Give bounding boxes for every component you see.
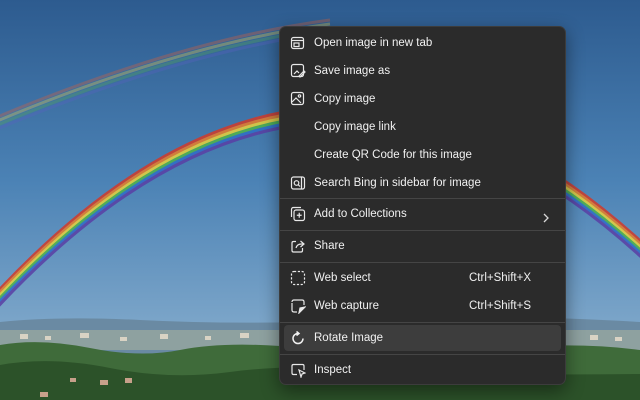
menu-item-label: Inspect xyxy=(314,364,352,376)
web-capture-icon xyxy=(290,298,307,315)
menu-separator xyxy=(280,262,565,263)
menu-item-create-qr-code[interactable]: Create QR Code for this image xyxy=(284,142,561,168)
menu-item-save-image-as[interactable]: Save image as xyxy=(284,58,561,84)
menu-item-web-select[interactable]: Web select Ctrl+Shift+X xyxy=(284,265,561,291)
menu-item-label: Share xyxy=(314,240,345,252)
menu-separator xyxy=(280,354,565,355)
menu-item-web-capture[interactable]: Web capture Ctrl+Shift+S xyxy=(284,293,561,319)
open-image-new-tab-icon xyxy=(290,35,306,51)
menu-separator xyxy=(280,230,565,231)
search-sidebar-icon xyxy=(290,175,306,191)
context-menu: Open image in new tab Save image as Copy… xyxy=(279,26,566,385)
menu-item-label: Create QR Code for this image xyxy=(314,149,472,161)
menu-item-share[interactable]: Share xyxy=(284,233,561,259)
web-select-icon xyxy=(290,270,306,286)
menu-item-label: Add to Collections xyxy=(314,208,407,220)
menu-item-shortcut: Ctrl+Shift+S xyxy=(469,300,531,312)
menu-item-label: Web capture xyxy=(314,300,379,312)
menu-separator xyxy=(280,198,565,199)
menu-item-copy-image[interactable]: Copy image xyxy=(284,86,561,112)
menu-item-shortcut: Ctrl+Shift+X xyxy=(469,272,531,284)
chevron-right-icon xyxy=(541,208,551,223)
share-icon xyxy=(290,238,306,254)
rotate-icon xyxy=(290,330,306,346)
menu-item-label: Save image as xyxy=(314,65,391,77)
save-image-icon xyxy=(290,63,306,79)
menu-item-rotate-image[interactable]: Rotate Image xyxy=(284,325,561,351)
menu-item-add-to-collections[interactable]: Add to Collections xyxy=(284,201,561,227)
menu-item-label: Web select xyxy=(314,272,371,284)
menu-item-label: Copy image link xyxy=(314,121,396,133)
menu-separator xyxy=(280,322,565,323)
menu-item-label: Search Bing in sidebar for image xyxy=(314,177,481,189)
add-collections-icon xyxy=(290,206,306,222)
menu-item-open-image-new-tab[interactable]: Open image in new tab xyxy=(284,30,561,56)
inspect-icon xyxy=(290,362,307,380)
menu-item-inspect[interactable]: Inspect xyxy=(284,357,561,383)
menu-item-search-bing-sidebar[interactable]: Search Bing in sidebar for image xyxy=(284,170,561,196)
menu-item-label: Rotate Image xyxy=(314,332,384,344)
copy-image-icon xyxy=(290,91,306,107)
menu-item-copy-image-link[interactable]: Copy image link xyxy=(284,114,561,140)
menu-item-label: Copy image xyxy=(314,93,376,105)
menu-item-label: Open image in new tab xyxy=(314,37,433,49)
